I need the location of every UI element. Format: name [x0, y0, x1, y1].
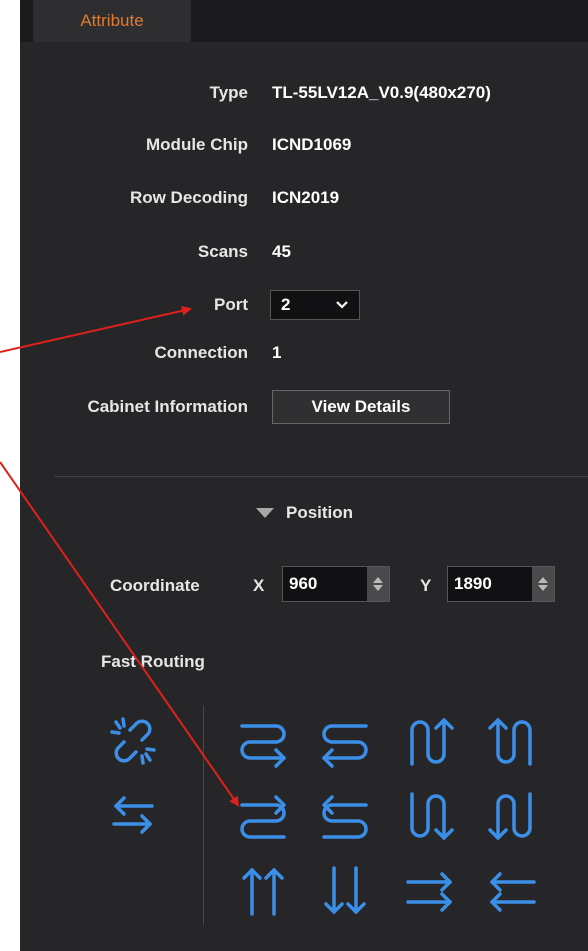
annotation-arrow-port: [0, 305, 192, 353]
annotation-arrow-routing: [0, 461, 240, 807]
annotation-arrows: [0, 305, 240, 807]
